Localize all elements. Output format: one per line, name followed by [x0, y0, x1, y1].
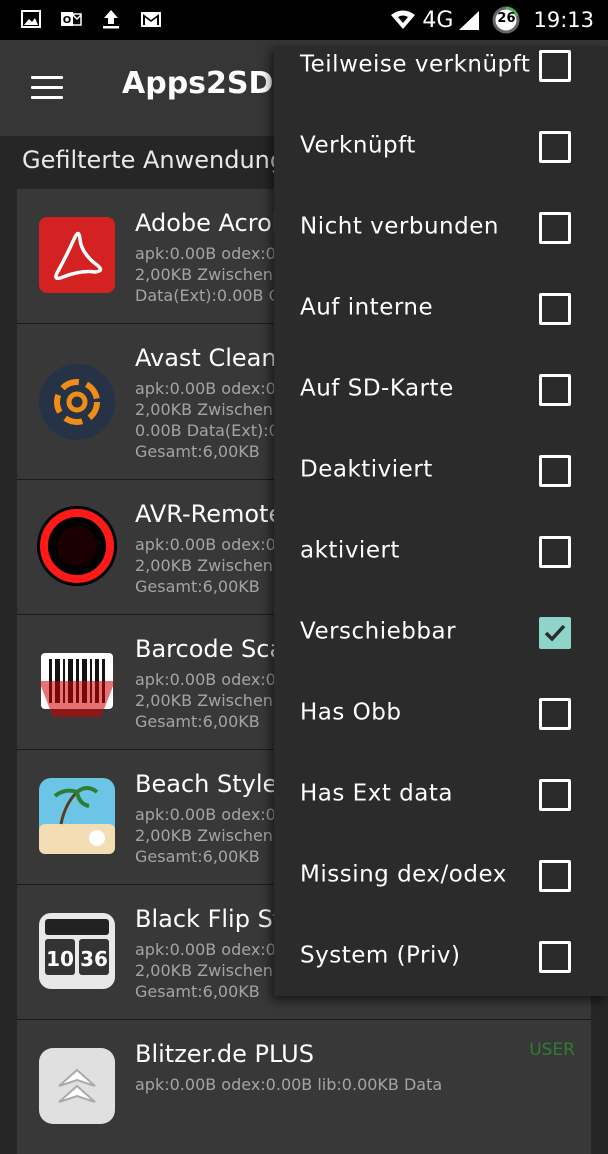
filter-checkbox[interactable]	[539, 697, 571, 730]
filter-option-label: Nicht verbunden	[300, 212, 499, 239]
app-name: Adobe Acrob	[135, 209, 287, 237]
blitzer-icon	[39, 1048, 115, 1124]
filter-checkbox[interactable]	[539, 373, 571, 406]
filter-checkbox[interactable]	[539, 535, 571, 568]
filter-checkbox[interactable]	[539, 859, 571, 892]
barcode-scanner-icon	[39, 653, 115, 717]
app-storage-info: apk:0.00B odex:0 2,00KB Zwischen Gesamt:6,…	[135, 805, 276, 866]
filter-option[interactable]: Verknüpft	[274, 106, 608, 187]
upload-icon	[103, 10, 119, 29]
filter-option-label: Verknüpft	[300, 131, 416, 158]
filter-checkbox[interactable]	[539, 616, 571, 649]
battery-icon: 26	[491, 5, 521, 35]
app-name: Black Flip Sty	[135, 905, 297, 933]
filter-option[interactable]: Auf SD-Karte	[274, 349, 608, 430]
filter-checkbox[interactable]	[539, 292, 571, 325]
black-flip-clock-icon: 10 36	[39, 913, 115, 989]
filter-option-label: Has Obb	[300, 698, 402, 725]
filter-option[interactable]: aktiviert	[274, 511, 608, 592]
app-storage-info: apk:0.00B odex:0 2,00KB Zwischen Gesamt:6,…	[135, 670, 276, 731]
filter-checkbox[interactable]	[539, 49, 571, 82]
app-title: Apps2SD	[122, 66, 274, 101]
app-storage-info: apk:0.00B odex:0 2,00KB Zwischen Data(Ext)…	[135, 244, 282, 305]
filter-option[interactable]: Teilweise verknüpft	[274, 46, 608, 106]
filter-option[interactable]: Auf interne	[274, 268, 608, 349]
wifi-icon	[391, 10, 416, 29]
network-type: 4G	[422, 7, 454, 33]
filter-option-label: Auf interne	[300, 293, 434, 320]
app-name: Beach Style (	[135, 770, 295, 798]
app-name: AVR-Remote	[135, 500, 284, 528]
filter-option-label: Teilweise verknüpft	[300, 50, 531, 77]
filter-option-label: Verschiebbar	[300, 617, 457, 644]
avast-cleanup-icon	[39, 364, 115, 440]
checkmark-icon	[544, 624, 566, 642]
svg-text:36: 36	[80, 947, 108, 971]
filter-option[interactable]: Deaktiviert	[274, 430, 608, 511]
filter-option[interactable]: Verschiebbar	[274, 592, 608, 673]
app-storage-info: apk:0.00B odex:0 2,00KB Zwischen 0.00B Dat…	[135, 379, 279, 461]
filter-option[interactable]: System (Priv)	[274, 916, 608, 996]
app-name: Barcode Sca	[135, 635, 285, 663]
app-storage-info: apk:0.00B odex:0.00B lib:0.00KB Data	[135, 1075, 443, 1094]
filter-option[interactable]: Missing dex/odex	[274, 835, 608, 916]
list-item[interactable]: Blitzer.de PLUS USER apk:0.00B odex:0.00…	[17, 1020, 591, 1154]
filter-option-label: Deaktiviert	[300, 455, 433, 482]
filter-option-label: Auf SD-Karte	[300, 374, 454, 401]
outlook-icon: O	[61, 12, 82, 26]
filter-option-label: aktiviert	[300, 536, 400, 563]
list-subheader: Gefilterte Anwendung	[22, 146, 286, 174]
filter-checkbox[interactable]	[539, 778, 571, 811]
filter-option-label: System (Priv)	[300, 941, 461, 968]
svg-text:O: O	[63, 15, 72, 26]
filter-option[interactable]: Has Obb	[274, 673, 608, 754]
hamburger-menu-icon[interactable]	[31, 76, 63, 100]
filter-option[interactable]: Nicht verbunden	[274, 187, 608, 268]
app-storage-info: apk:0.00B odex:0 2,00KB Zwischen Gesamt:6,…	[135, 940, 276, 1001]
app-storage-info: apk:0.00B odex:0 2,00KB Zwischen Gesamt:6,…	[135, 535, 276, 596]
beach-style-icon	[39, 778, 115, 854]
filter-dropdown-menu: Teilweise verknüpft Verknüpft Nicht verbun…	[274, 46, 608, 996]
signal-icon	[459, 11, 480, 30]
battery-level: 26	[497, 11, 516, 26]
user-badge: USER	[529, 1040, 575, 1060]
svg-text:10: 10	[46, 947, 74, 971]
app-name: Blitzer.de PLUS	[135, 1040, 314, 1068]
clock: 19:13	[533, 8, 594, 32]
filter-checkbox[interactable]	[539, 454, 571, 487]
filter-option-label: Has Ext data	[300, 779, 453, 806]
image-icon	[21, 10, 41, 28]
status-bar: O 4G 26 19:13	[0, 0, 608, 40]
adobe-acrobat-icon	[39, 217, 115, 293]
filter-option[interactable]: Has Ext data	[274, 754, 608, 835]
app-name: Avast Cleanu	[135, 344, 292, 372]
filter-option-label: Missing dex/odex	[300, 860, 507, 887]
avr-remote-icon	[37, 506, 117, 586]
filter-checkbox[interactable]	[539, 130, 571, 163]
filter-checkbox[interactable]	[539, 940, 571, 973]
gmail-icon	[141, 12, 161, 27]
filter-checkbox[interactable]	[539, 211, 571, 244]
